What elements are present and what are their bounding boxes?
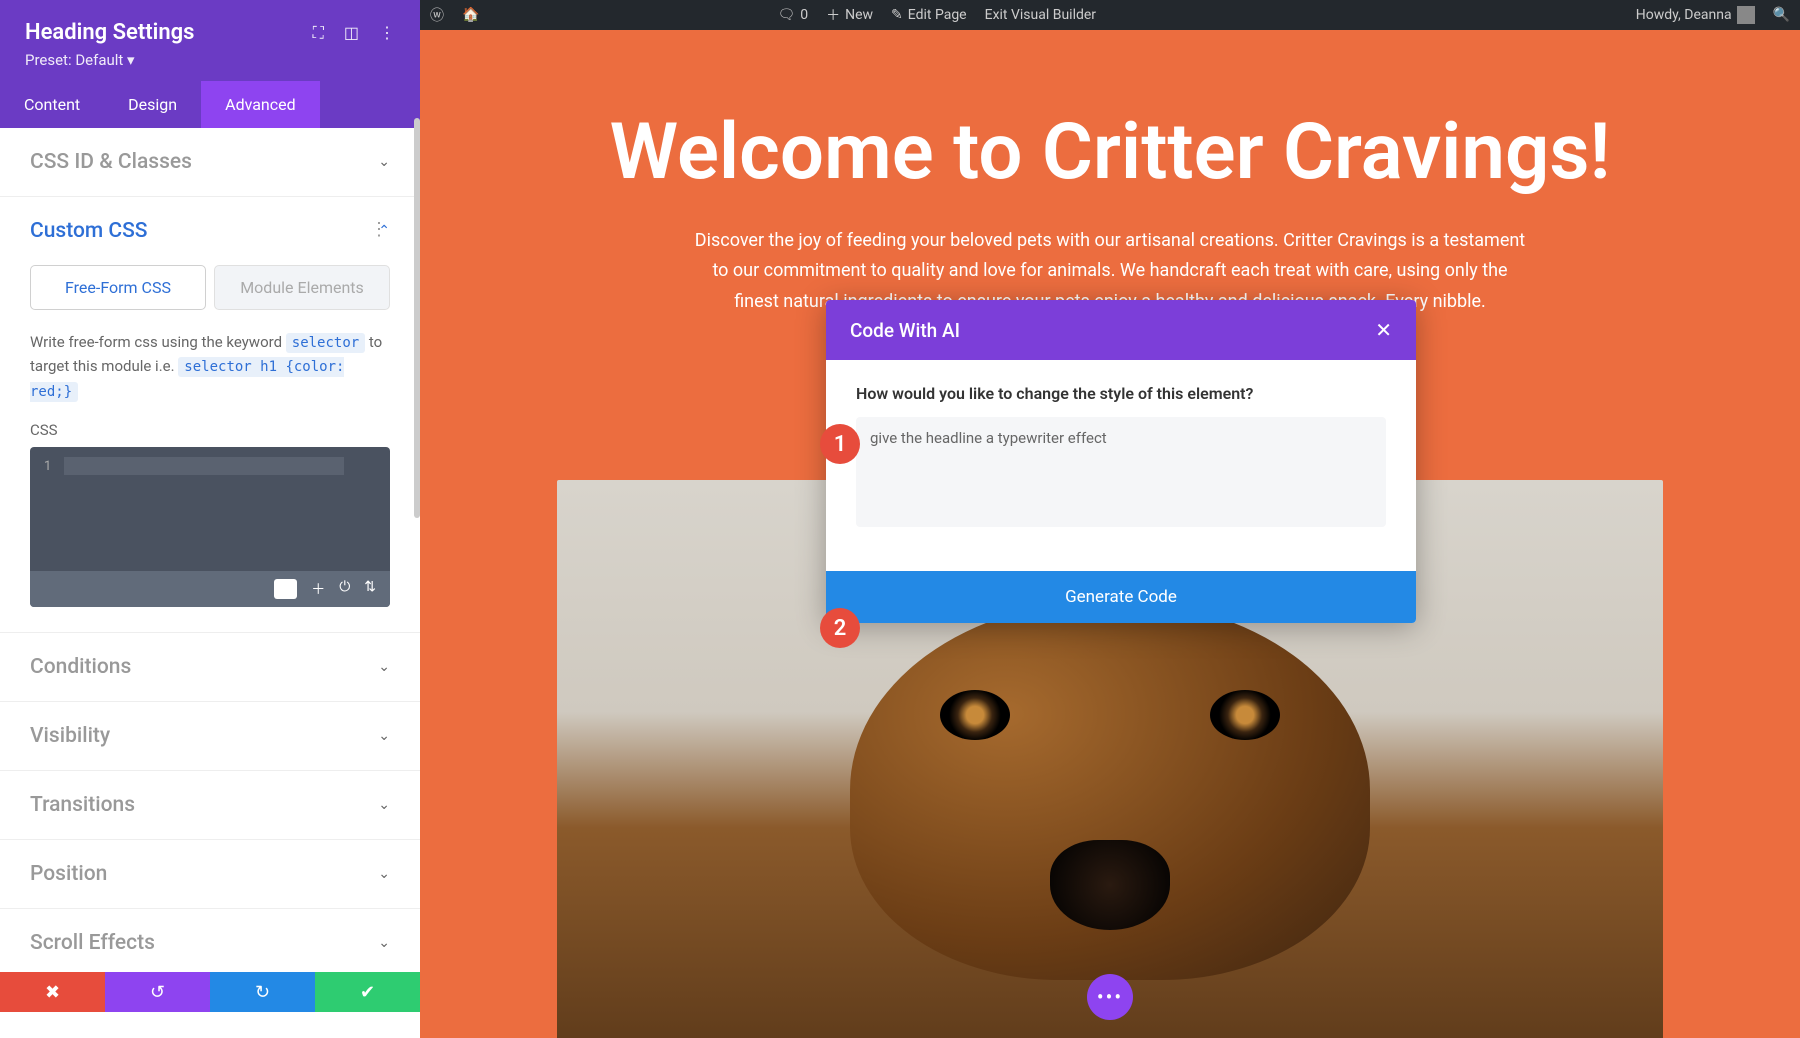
- pill-freeform[interactable]: Free-Form CSS: [30, 265, 206, 310]
- howdy-user[interactable]: Howdy, Deanna: [1636, 6, 1755, 24]
- redo-button[interactable]: ↻: [210, 972, 315, 1012]
- ai-prompt-input[interactable]: [856, 417, 1386, 527]
- section-title: Custom CSS: [30, 219, 148, 243]
- code-ai-modal: Code With AI ✕ How would you like to cha…: [826, 300, 1416, 623]
- tab-advanced[interactable]: Advanced: [201, 81, 320, 128]
- cancel-button[interactable]: ✖: [0, 972, 105, 1012]
- chevron-down-icon: ⌄: [378, 154, 390, 170]
- wp-admin-bar: ⓦ 🏠 🗨 0 ＋ New ✎ Edit Page Exit Visual Bu…: [420, 0, 1800, 30]
- preset-selector[interactable]: Preset: Default ▾: [25, 51, 395, 69]
- section-scroll[interactable]: Scroll Effects⌄: [0, 909, 420, 972]
- annotation-1: 1: [820, 424, 860, 464]
- sidebar-footer: ✖ ↺ ↻ ✔: [0, 972, 420, 1012]
- dashboard-icon[interactable]: 🏠: [462, 7, 479, 23]
- builder-fab[interactable]: •••: [1087, 974, 1133, 1020]
- section-options-icon[interactable]: ⋮: [370, 219, 388, 240]
- sidebar-header: Heading Settings ⛶ ◫ ⋮ Preset: Default ▾: [0, 0, 420, 81]
- ai-button[interactable]: AI: [274, 579, 298, 599]
- undo-button[interactable]: ↺: [105, 972, 210, 1012]
- add-icon[interactable]: ＋: [311, 579, 325, 599]
- section-conditions[interactable]: Conditions⌄: [0, 633, 420, 702]
- wp-logo-icon[interactable]: ⓦ: [430, 5, 444, 25]
- settings-tabs: Content Design Advanced: [0, 81, 420, 128]
- css-label: CSS: [30, 421, 390, 439]
- section-transitions[interactable]: Transitions⌄: [0, 771, 420, 840]
- section-position[interactable]: Position⌄: [0, 840, 420, 909]
- exit-builder-link[interactable]: Exit Visual Builder: [985, 7, 1096, 23]
- modal-title: Code With AI: [850, 319, 960, 342]
- pill-module[interactable]: Module Elements: [214, 265, 390, 310]
- chevron-down-icon: ⌄: [378, 935, 390, 951]
- section-css-id[interactable]: CSS ID & Classes ⌄: [0, 128, 420, 197]
- power-icon[interactable]: ⏻: [339, 579, 350, 599]
- css-editor[interactable]: 1 AI ＋ ⏻ ⇅: [30, 447, 390, 607]
- section-title: CSS ID & Classes: [30, 150, 192, 174]
- settings-sidebar: Heading Settings ⛶ ◫ ⋮ Preset: Default ▾…: [0, 0, 420, 1012]
- section-custom-css: Custom CSS ⌃ ⋮ Free-Form CSS Module Elem…: [0, 197, 420, 633]
- edit-page-link[interactable]: ✎ Edit Page: [891, 7, 967, 23]
- tab-content[interactable]: Content: [0, 81, 104, 128]
- chevron-down-icon: ⌄: [378, 728, 390, 744]
- section-visibility[interactable]: Visibility⌄: [0, 702, 420, 771]
- focus-icon[interactable]: ⛶: [313, 23, 324, 43]
- comments-link[interactable]: 🗨 0: [777, 7, 808, 23]
- annotation-2: 2: [820, 608, 860, 648]
- new-link[interactable]: ＋ New: [826, 5, 873, 25]
- save-button[interactable]: ✔: [315, 972, 420, 1012]
- chevron-down-icon: ⌄: [378, 659, 390, 675]
- avatar: [1737, 6, 1755, 24]
- chevron-down-icon: ⌄: [378, 866, 390, 882]
- sidebar-title: Heading Settings: [25, 20, 194, 45]
- ai-prompt-label: How would you like to change the style o…: [856, 384, 1386, 403]
- chevron-down-icon: ⌄: [378, 797, 390, 813]
- search-icon[interactable]: 🔍: [1773, 7, 1790, 23]
- hero-title: Welcome to Critter Cravings!: [420, 110, 1800, 196]
- help-text: Write free-form css using the keyword se…: [30, 330, 390, 403]
- tab-design[interactable]: Design: [104, 81, 201, 128]
- more-icon[interactable]: ⋮: [379, 23, 395, 43]
- panel-icon[interactable]: ◫: [344, 23, 359, 43]
- sections-list: CSS ID & Classes ⌄ Custom CSS ⌃ ⋮ Free-F…: [0, 128, 420, 972]
- close-icon[interactable]: ✕: [1375, 318, 1392, 342]
- generate-code-button[interactable]: Generate Code: [826, 571, 1416, 623]
- sort-icon[interactable]: ⇅: [364, 579, 376, 599]
